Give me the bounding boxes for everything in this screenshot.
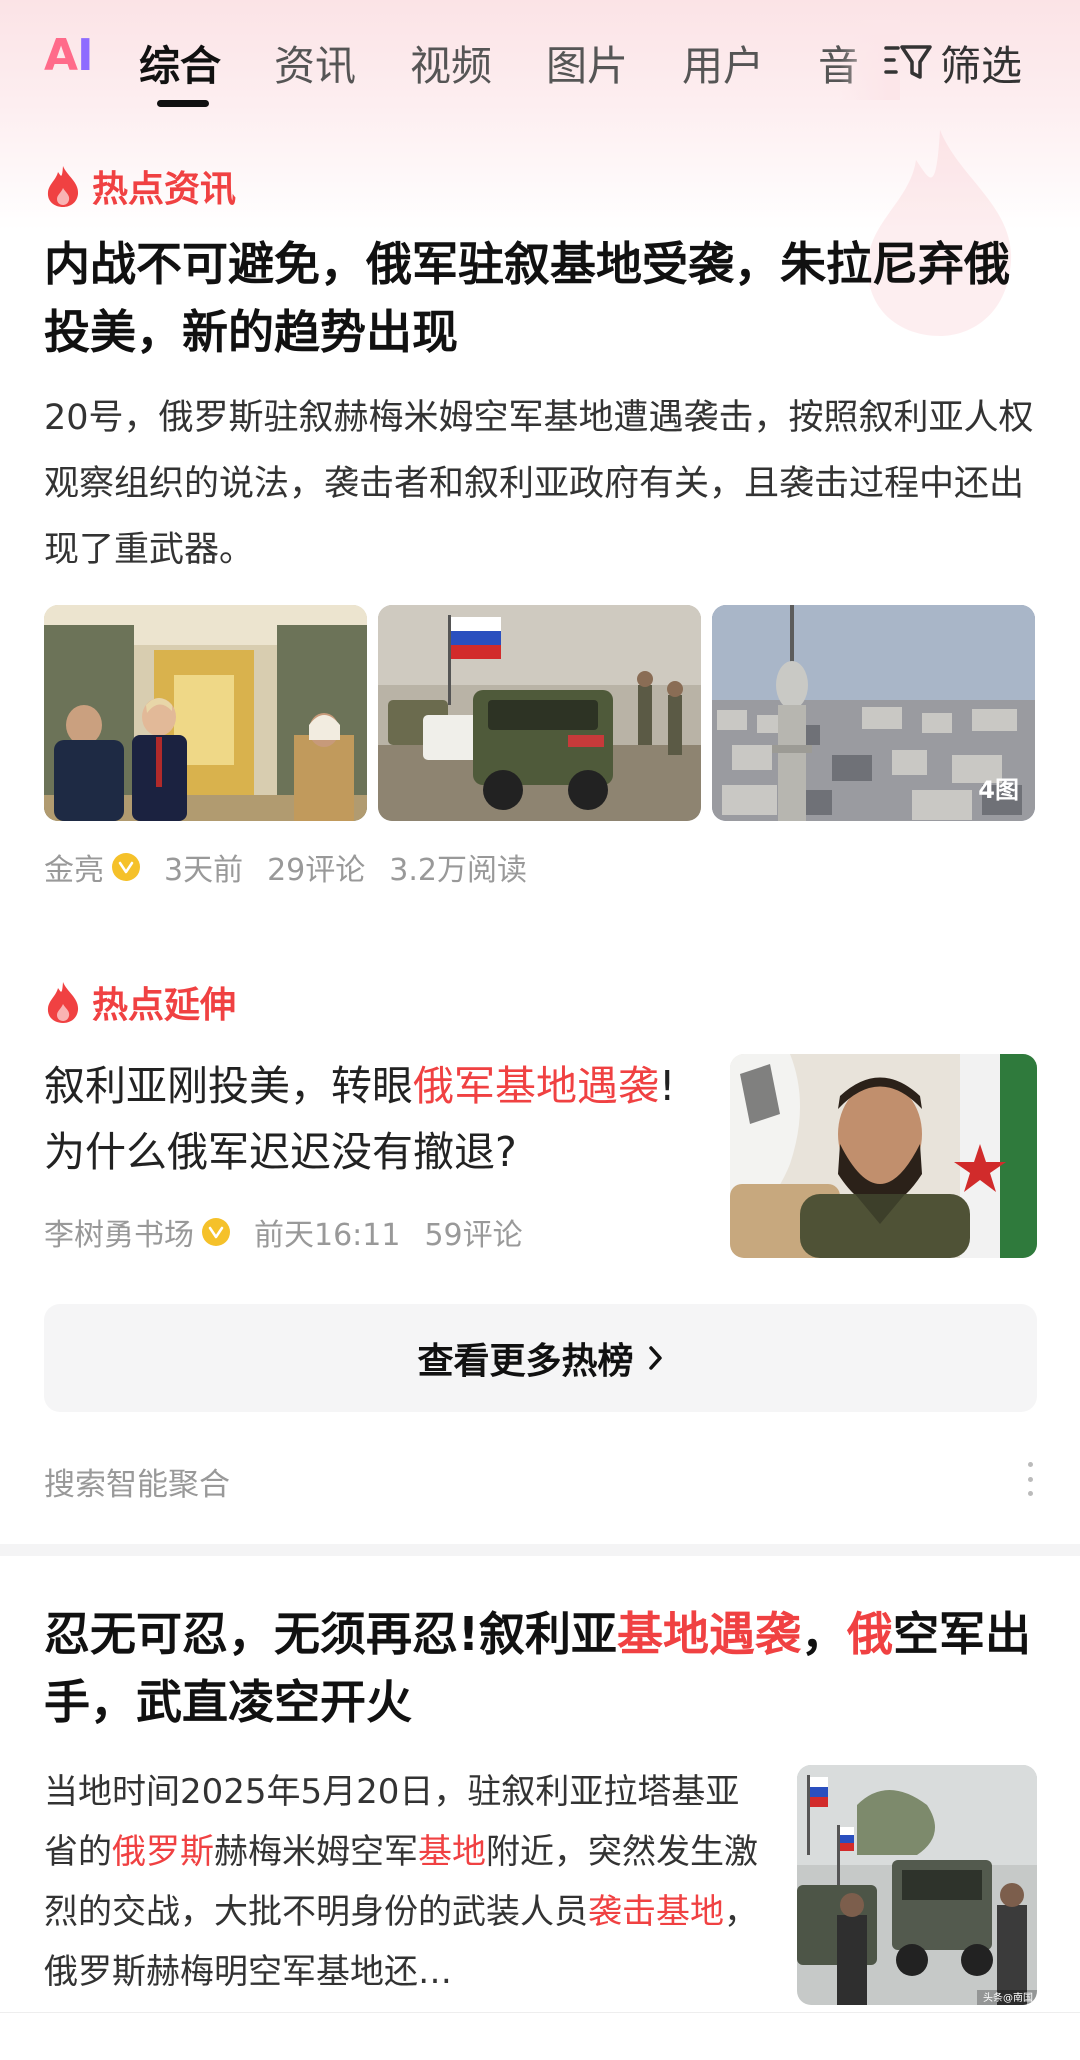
image-count-badge: 4图 [978,776,1019,804]
title-text: 忍无可忍，无须再忍!叙利亚 [44,1607,617,1661]
summary-highlight: 袭击基地 [588,1892,724,1932]
article-image-1[interactable] [44,605,367,821]
publish-time: 3天前 [164,853,244,888]
summary-highlight: 俄罗斯 [112,1832,214,1872]
related-article-title[interactable]: 叙利亚刚投美，转眼俄军基地遇袭!为什么俄军迟迟没有撤退? [44,1053,684,1185]
article-2-title[interactable]: 忍无可忍，无须再忍!叙利亚基地遇袭，俄空军出手，武直凌空开火 [44,1600,1034,1736]
title-highlight: 俄军基地遇袭 [413,1062,659,1110]
flame-icon [47,166,79,207]
related-article-meta: 李树勇书场 前天16:11 59评论 [44,1210,523,1254]
bottom-edge [0,2012,1080,2060]
article-image-row[interactable]: 4图 [44,605,1037,821]
tab-video[interactable]: 视频 [410,32,492,92]
comment-count: 29评论 [267,853,366,888]
read-count: 3.2万阅读 [389,853,527,888]
filter-button[interactable]: 筛选 [884,32,1022,92]
search-tab-bar: AI 综合 资讯 视频 图片 用户 音 筛选 [0,0,1080,120]
chevron-right-icon [648,1346,662,1370]
filter-label: 筛选 [940,42,1022,90]
article-summary[interactable]: 20号，俄罗斯驻叙赫梅米姆空军基地遭遇袭击，按照叙利亚人权观察组织的说法，袭击者… [44,385,1034,583]
section-divider [0,1544,1080,1556]
view-more-hot-button[interactable]: 查看更多热榜 [44,1304,1037,1412]
hot-news-header: 热点资讯 [44,160,236,212]
tab-images[interactable]: 图片 [546,32,628,92]
article-image-3[interactable]: 4图 [712,605,1035,821]
article-image-2[interactable] [378,605,701,821]
more-button-label: 查看更多热榜 [417,1341,634,1382]
title-highlight: 基地遇袭 [616,1607,801,1661]
active-tab-indicator [157,100,209,107]
hot-extend-header: 热点延伸 [44,976,236,1028]
filter-icon [884,45,932,79]
tab-users[interactable]: 用户 [682,32,764,92]
ai-logo[interactable]: AI [44,30,93,81]
article-title[interactable]: 内战不可避免，俄军驻叙基地受袭，朱拉尼弃俄投美，新的趋势出现 [44,230,1034,366]
related-article-image[interactable] [730,1054,1037,1258]
summary-text: 赫梅米姆空军 [214,1832,418,1872]
comment-count: 59评论 [424,1218,523,1253]
section-label: 热点资讯 [92,169,237,210]
article-meta: 金亮 3天前 29评论 3.2万阅读 [44,845,527,889]
tab-news[interactable]: 资讯 [274,32,356,92]
title-text: 叙利亚刚投美，转眼 [44,1062,413,1110]
title-highlight: 俄 [846,1607,893,1661]
title-text: ， [800,1607,847,1661]
article-2-image[interactable]: 头条@南国 [797,1765,1037,2005]
verified-icon [202,1218,230,1246]
more-options-icon[interactable] [1028,1462,1034,1496]
article-2-summary[interactable]: 当地时间2025年5月20日，驻叙利亚拉塔基亚省的俄罗斯赫梅米姆空军基地附近，突… [44,1762,769,2002]
verified-icon [112,853,140,881]
publish-time: 前天16:11 [254,1218,401,1253]
summary-highlight: 基地 [418,1832,486,1872]
aggregation-label: 搜索智能聚合 [44,1467,230,1503]
author-name[interactable]: 金亮 [44,845,104,889]
flame-icon [47,982,79,1023]
section-label: 热点延伸 [92,985,237,1026]
author-name[interactable]: 李树勇书场 [44,1210,194,1254]
tab-comprehensive[interactable]: 综合 [139,32,221,92]
image-watermark: 头条@南国 [983,1991,1033,2004]
